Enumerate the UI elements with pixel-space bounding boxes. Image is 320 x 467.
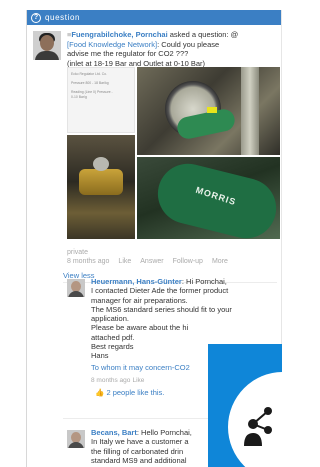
comment-line: the filling of carbonated drin (91, 446, 184, 456)
comment-line: attached pdf. (91, 332, 135, 342)
thumbs-up-icon: 👍 (95, 387, 105, 397)
question-header: ? question (27, 10, 281, 25)
question-line1: : Could you please (157, 39, 220, 49)
header-title: question (45, 13, 81, 22)
post-meta: private 8 months ago Like Answer Follow-… (67, 248, 277, 266)
question-line2: advise me the regulator for CO2 ??? (67, 49, 189, 58)
post-time: 8 months ago (67, 258, 110, 265)
comment-line: application. (91, 314, 129, 324)
follow-up-link[interactable]: Follow-up (173, 257, 203, 266)
comment-time: 8 months ago (91, 376, 131, 384)
question-circle-icon: ? (31, 12, 41, 23)
comment-line: Please be aware about the hi (91, 323, 189, 333)
question-intro: asked a question: @ (167, 30, 239, 39)
gauge-closeup-photo[interactable]: MORRIS (137, 157, 280, 239)
document-image[interactable]: Ecko Regulator Ltd. Co. Pressure 800 - 1… (67, 67, 135, 133)
comment-line: standard MS9 and additional (91, 455, 187, 465)
comment-line: The MS6 standard series should fit to yo… (91, 304, 232, 314)
comment-author-link[interactable]: Heuermann, Hans-Günter (91, 277, 182, 286)
user-network-icon (244, 407, 272, 446)
question-text: ≡Fuengrabilchoke, Pornchai asked a quest… (67, 30, 279, 68)
avatar[interactable] (33, 31, 61, 60)
visibility-label: private (67, 249, 89, 256)
attachment-link[interactable]: To whom it may concern-CO2 (91, 363, 190, 372)
doc-line: Pressure 800 - 18 Bar/kg (71, 81, 109, 85)
regulator-gauge-photo[interactable] (137, 67, 280, 155)
comment-line: : Hello Pornchai, (136, 428, 192, 437)
avatar[interactable] (67, 279, 85, 297)
comment-author-link[interactable]: Becans, Bart (91, 428, 137, 437)
avatar[interactable] (67, 430, 85, 448)
more-link[interactable]: More (212, 257, 228, 266)
regulator-photo[interactable] (67, 135, 135, 239)
answer-link[interactable]: Answer (140, 257, 163, 266)
comment-line: : Hi Pornchai, (181, 277, 227, 286)
comment-line: Hans (91, 351, 109, 361)
attachment-gallery: Ecko Regulator Ltd. Co. Pressure 800 - 1… (67, 67, 280, 239)
comment-line: In Italy we have a customer a (91, 437, 189, 447)
comment-line: manager for air preparations. (91, 295, 188, 305)
like-link[interactable]: Like (118, 257, 131, 266)
likes-count-link[interactable]: 2 people like this. (106, 388, 164, 397)
network-overlay-widget[interactable] (208, 344, 282, 467)
community-link[interactable]: [Food Knowledge Network] (67, 40, 157, 49)
comment-line: Best regards (91, 342, 134, 352)
doc-line: 0-10 Bar/g (71, 95, 87, 99)
author-link[interactable]: Fuengrabilchoke, Pornchai (71, 30, 167, 39)
doc-line: Ecko Regulator Ltd. Co. (71, 72, 107, 76)
comment-like-link[interactable]: Like (132, 377, 144, 384)
comment-line: I contacted Dieter Ade the former produc… (91, 286, 229, 296)
